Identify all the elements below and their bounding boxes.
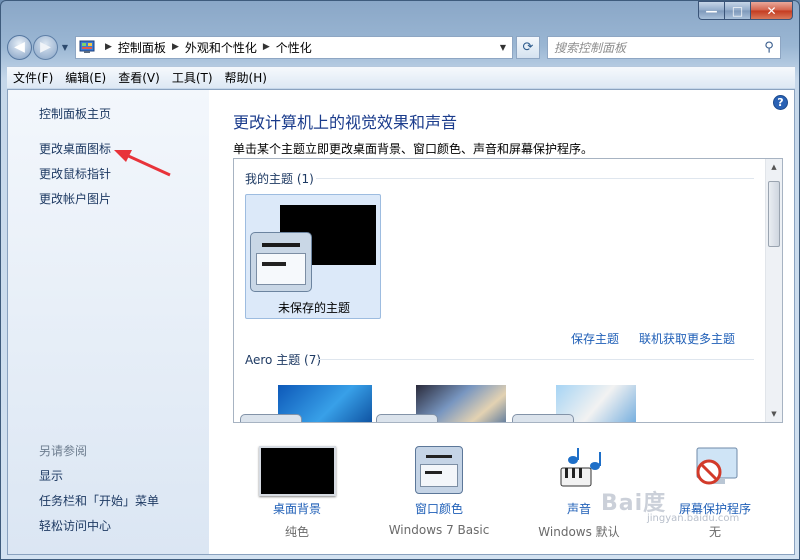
save-theme-link[interactable]: 保存主题 — [571, 330, 619, 347]
window-color-link[interactable]: 窗口颜色 — [379, 500, 499, 517]
group-divider — [316, 178, 754, 179]
back-button[interactable]: ◀ — [7, 34, 32, 60]
see-also-taskbar-start-menu[interactable]: 任务栏和「开始」菜单 — [39, 492, 159, 509]
desktop-background-value: 纯色 — [284, 525, 309, 539]
window-color-icon — [415, 446, 463, 494]
unsaved-theme-label: 未保存的主题 — [277, 301, 350, 315]
breadcrumb-personalization[interactable]: 个性化 — [276, 39, 312, 56]
group-divider — [316, 359, 754, 360]
menu-bar: 文件(F) 编辑(E) 查看(V) 工具(T) 帮助(H) — [7, 66, 795, 88]
breadcrumb-chevron-icon: ▶ — [105, 42, 112, 52]
scroll-thumb[interactable] — [768, 181, 780, 247]
screensaver-value: 无 — [708, 525, 721, 539]
see-also-ease-of-access[interactable]: 轻松访问中心 — [39, 517, 111, 534]
address-dropdown-icon[interactable]: ▼ — [494, 43, 512, 52]
close-button[interactable]: ✕ — [750, 1, 793, 20]
window-frame: — □ ✕ ◀ ▶ ▼ ▶ 控制面板 ▶ 外观和个性化 ▶ 个性化 ▼ ⟳ 搜索… — [0, 0, 800, 560]
get-more-themes-link[interactable]: 联机获取更多主题 — [639, 330, 735, 347]
menu-edit[interactable]: 编辑(E) — [65, 69, 106, 86]
menu-tools[interactable]: 工具(T) — [172, 69, 213, 86]
breadcrumb-chevron-icon: ▶ — [262, 42, 270, 52]
sidebar-link-change-desktop-icons[interactable]: 更改桌面图标 — [39, 140, 111, 157]
breadcrumb-control-panel[interactable]: 控制面板 — [118, 39, 166, 56]
aero-theme-window-preview-icon — [376, 414, 438, 422]
sidebar-link-change-account-picture[interactable]: 更改帐户图片 — [39, 190, 111, 207]
theme-window-preview-icon — [250, 232, 312, 292]
page-description: 单击某个主题立即更改桌面背景、窗口颜色、声音和屏幕保护程序。 — [233, 142, 594, 156]
search-icon[interactable]: ⚲ — [758, 40, 780, 55]
annotation-arrow-icon — [114, 150, 171, 177]
forward-button[interactable]: ▶ — [33, 34, 58, 60]
sidebar-link-change-mouse-pointers[interactable]: 更改鼠标指针 — [39, 165, 111, 182]
scroll-up-arrow-icon[interactable]: ▲ — [766, 159, 782, 175]
navigation-bar: ◀ ▶ ▼ ▶ 控制面板 ▶ 外观和个性化 ▶ 个性化 ▼ ⟳ 搜索控制面板 ⚲ — [7, 31, 795, 63]
page-title: 更改计算机上的视觉效果和声音 — [233, 113, 458, 132]
see-also-display[interactable]: 显示 — [39, 467, 63, 484]
menu-help[interactable]: 帮助(H) — [225, 69, 267, 86]
search-box[interactable]: 搜索控制面板 ⚲ — [547, 35, 781, 59]
baidu-watermark-url: jingyan.baidu.com — [647, 513, 740, 524]
aero-theme-window-preview-icon — [512, 414, 574, 422]
minimize-button[interactable]: — — [698, 1, 724, 20]
theme-list-scrollbar[interactable]: ▲ ▼ — [765, 159, 782, 422]
breadcrumb-chevron-icon: ▶ — [171, 42, 179, 52]
screensaver-icon — [696, 447, 738, 485]
control-panel-icon — [79, 40, 95, 53]
my-themes-heading: 我的主题 (1) — [245, 172, 314, 186]
search-input[interactable]: 搜索控制面板 — [554, 39, 758, 56]
see-also-heading: 另请参阅 — [39, 444, 88, 458]
desktop-background-icon — [259, 446, 336, 496]
caption-buttons: — □ ✕ — [698, 1, 793, 20]
maximize-button[interactable]: □ — [724, 1, 750, 20]
window-color-value: Windows 7 Basic — [388, 523, 490, 537]
menu-file[interactable]: 文件(F) — [13, 69, 53, 86]
breadcrumb-appearance[interactable]: 外观和个性化 — [185, 39, 257, 56]
help-icon[interactable]: ? — [773, 95, 788, 110]
sound-icon — [560, 448, 601, 487]
unsaved-theme-tile[interactable]: 未保存的主题 — [245, 194, 381, 319]
sidebar: 控制面板主页 更改桌面图标 更改鼠标指针 更改帐户图片 另请参阅 显示 任务栏和… — [8, 90, 209, 554]
refresh-icon: ⟳ — [522, 39, 534, 55]
content-area: 控制面板主页 更改桌面图标 更改鼠标指针 更改帐户图片 另请参阅 显示 任务栏和… — [7, 89, 795, 555]
sound-value: Windows 默认 — [538, 525, 620, 539]
aero-themes-heading: Aero 主题 (7) — [245, 353, 322, 367]
menu-view[interactable]: 查看(V) — [118, 69, 160, 86]
main-panel: ? 更改计算机上的视觉效果和声音 单击某个主题立即更改桌面背景、窗口颜色、声音和… — [209, 90, 794, 554]
desktop-background-link[interactable]: 桌面背景 — [237, 500, 357, 517]
aero-theme-window-preview-icon — [240, 414, 302, 422]
recent-pages-dropdown[interactable]: ▼ — [59, 37, 71, 57]
refresh-button[interactable]: ⟳ — [516, 35, 540, 59]
scroll-down-arrow-icon[interactable]: ▼ — [766, 406, 782, 422]
address-bar[interactable]: ▶ 控制面板 ▶ 外观和个性化 ▶ 个性化 ▼ — [75, 35, 513, 59]
sidebar-link-control-panel-home[interactable]: 控制面板主页 — [39, 105, 111, 122]
theme-list: 我的主题 (1) 未保存的主题 保存主题 联机获取更多主题 Aero 主题 (7… — [233, 158, 783, 423]
